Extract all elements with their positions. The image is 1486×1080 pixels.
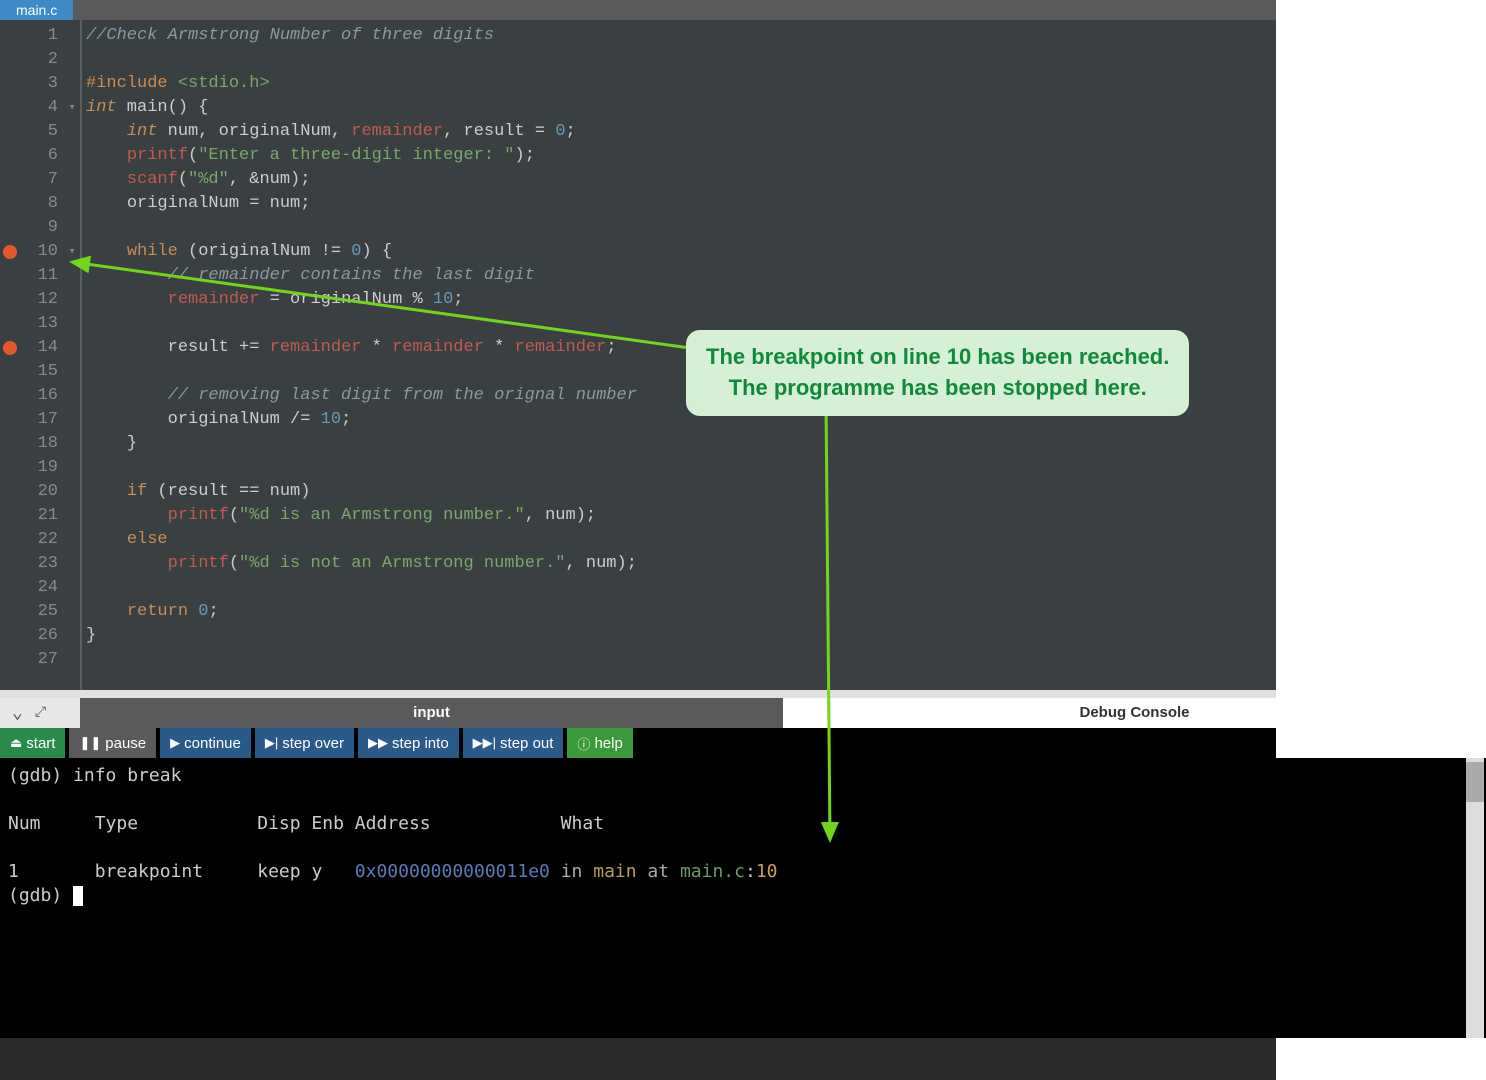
line-number-gutter: 1234 5678 9101112 13141516 17181920 2122… <box>20 20 64 690</box>
start-button[interactable]: ⏏start <box>0 728 65 758</box>
step-into-icon: ▶▶ <box>368 735 388 751</box>
step-over-icon: ▶| <box>265 735 278 751</box>
eject-icon: ⏏ <box>10 735 22 751</box>
cursor-icon <box>73 886 83 906</box>
step-into-button[interactable]: ▶▶step into <box>358 728 459 758</box>
breakpoint-dot-icon <box>3 341 17 355</box>
pause-icon: ❚❚ <box>79 735 101 751</box>
breakpoint-line-14[interactable] <box>0 336 20 360</box>
console-scrollbar[interactable] <box>1466 758 1484 1038</box>
step-out-button[interactable]: ▶▶|step out <box>463 728 564 758</box>
code-comment: //Check Armstrong Number of three digits <box>86 26 494 45</box>
scrollbar-thumb[interactable] <box>1466 762 1484 802</box>
step-out-icon: ▶▶| <box>473 735 496 751</box>
chevron-down-icon[interactable]: ⌄ <box>12 702 23 724</box>
expand-icon[interactable]: ⤢ <box>35 705 46 721</box>
tab-debug-console[interactable]: Debug Console <box>783 698 1486 728</box>
fold-marker-icon[interactable]: ▾ <box>64 96 80 120</box>
breakpoint-gutter[interactable] <box>0 20 20 690</box>
step-over-button[interactable]: ▶|step over <box>255 728 354 758</box>
breakpoint-dot-icon <box>3 245 17 259</box>
pane-separator[interactable] <box>0 690 1486 698</box>
tab-input[interactable]: input <box>80 698 783 728</box>
debug-console[interactable]: (gdb) info break Num Type Disp Enb Addre… <box>0 758 1486 1038</box>
breakpoint-line-10[interactable] <box>0 240 20 264</box>
console-header: Num Type Disp Enb Address What <box>8 812 1478 836</box>
debug-toolbar: ⏏start ❚❚pause ▶continue ▶|step over ▶▶s… <box>0 728 1486 758</box>
annotation-callout: The breakpoint on line 10 has been reach… <box>686 330 1189 416</box>
pause-button[interactable]: ❚❚pause <box>69 728 156 758</box>
file-tab-mainc[interactable]: main.c <box>0 0 73 20</box>
bottom-panel-header: ⌄ ⤢ input Debug Console <box>0 698 1486 728</box>
continue-button[interactable]: ▶continue <box>160 728 251 758</box>
fold-gutter: ▾ ▾ <box>64 20 80 690</box>
play-icon: ▶ <box>170 735 180 751</box>
info-icon: ⓘ <box>577 734 590 753</box>
fold-marker-icon[interactable]: ▾ <box>64 240 80 264</box>
tab-bar: main.c <box>0 0 1486 20</box>
help-button[interactable]: ⓘhelp <box>567 728 632 758</box>
